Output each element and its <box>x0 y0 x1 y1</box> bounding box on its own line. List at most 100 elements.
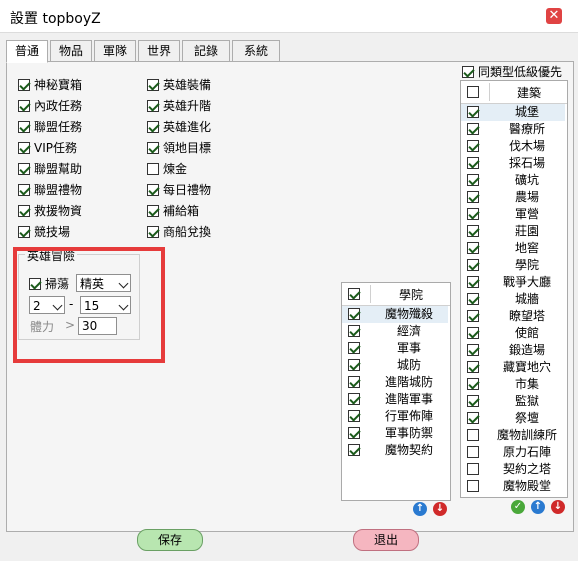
building-row[interactable]: 瞭望塔 <box>461 308 565 325</box>
tab-general[interactable]: 普通 <box>6 40 48 63</box>
row-checkbox[interactable] <box>467 446 479 458</box>
checkbox-box[interactable] <box>18 120 30 133</box>
academy-row[interactable]: 進階軍事 <box>342 391 448 408</box>
academy-row[interactable]: 經濟 <box>342 323 448 340</box>
building-row[interactable]: 農場 <box>461 189 565 206</box>
rescue-supplies-checkbox[interactable]: 救援物資 <box>18 202 82 218</box>
building-row[interactable]: 城牆 <box>461 291 565 308</box>
building-row[interactable]: 契約之塔 <box>461 461 565 478</box>
exit-button[interactable]: 退出 <box>353 529 419 551</box>
row-checkbox[interactable] <box>467 395 479 407</box>
move-down-icon[interactable]: ↓ <box>433 502 447 516</box>
building-row[interactable]: 學院 <box>461 257 565 274</box>
tab-world[interactable]: 世界 <box>138 40 180 62</box>
tab-items[interactable]: 物品 <box>50 40 92 62</box>
checkbox-box[interactable] <box>147 78 159 91</box>
building-row[interactable]: 軍營 <box>461 206 565 223</box>
building-row[interactable]: 鍛造場 <box>461 342 565 359</box>
checkbox-box[interactable] <box>147 120 159 133</box>
same-type-lower-first-checkbox[interactable]: 同類型低級優先 <box>462 63 562 79</box>
row-checkbox[interactable] <box>467 140 479 152</box>
row-checkbox[interactable] <box>348 359 360 371</box>
merchant-exchange-checkbox[interactable]: 商船兌換 <box>147 223 211 239</box>
row-checkbox[interactable] <box>467 429 479 441</box>
building-row[interactable]: 使館 <box>461 325 565 342</box>
row-checkbox[interactable] <box>348 376 360 388</box>
building-row[interactable]: 祭壇 <box>461 410 565 427</box>
row-checkbox[interactable] <box>467 242 479 254</box>
academy-row[interactable]: 行軍佈陣 <box>342 408 448 425</box>
domestic-task-checkbox[interactable]: 內政任務 <box>18 97 82 113</box>
row-checkbox[interactable] <box>467 276 479 288</box>
move-up-icon[interactable]: ↑ <box>531 500 545 514</box>
building-select-all-checkbox[interactable] <box>467 86 479 98</box>
tab-system[interactable]: 系統 <box>232 40 280 62</box>
checkbox-box[interactable] <box>147 225 159 238</box>
row-checkbox[interactable] <box>467 157 479 169</box>
checkbox-box[interactable] <box>18 183 30 196</box>
checkbox-box[interactable] <box>147 162 159 175</box>
arena-checkbox[interactable]: 競技場 <box>18 223 70 239</box>
save-button[interactable]: 保存 <box>137 529 203 551</box>
academy-select-all-checkbox[interactable] <box>348 288 360 300</box>
building-row[interactable]: 戰爭大廳 <box>461 274 565 291</box>
mystery-chest-checkbox[interactable]: 神秘寶箱 <box>18 76 82 92</box>
row-checkbox[interactable] <box>467 225 479 237</box>
check-all-icon[interactable]: ✓ <box>511 500 525 514</box>
checkbox-box[interactable] <box>18 225 30 238</box>
building-row[interactable]: 藏寶地穴 <box>461 359 565 376</box>
building-row[interactable]: 原力石陣 <box>461 444 565 461</box>
supply-box-checkbox[interactable]: 補給箱 <box>147 202 199 218</box>
tab-records[interactable]: 記錄 <box>182 40 230 62</box>
row-checkbox[interactable] <box>348 393 360 405</box>
tab-army[interactable]: 軍隊 <box>94 40 136 62</box>
row-checkbox[interactable] <box>467 174 479 186</box>
row-checkbox[interactable] <box>467 208 479 220</box>
row-checkbox[interactable] <box>467 259 479 271</box>
row-checkbox[interactable] <box>467 123 479 135</box>
row-checkbox[interactable] <box>467 191 479 203</box>
row-checkbox[interactable] <box>467 412 479 424</box>
building-row[interactable]: 市集 <box>461 376 565 393</box>
row-checkbox[interactable] <box>467 463 479 475</box>
row-checkbox[interactable] <box>467 106 479 118</box>
academy-row[interactable]: 城防 <box>342 357 448 374</box>
row-checkbox[interactable] <box>467 293 479 305</box>
row-checkbox[interactable] <box>467 344 479 356</box>
row-checkbox[interactable] <box>348 308 360 320</box>
academy-row[interactable]: 進階城防 <box>342 374 448 391</box>
row-checkbox[interactable] <box>348 342 360 354</box>
academy-row[interactable]: 軍事防禦 <box>342 425 448 442</box>
row-checkbox[interactable] <box>467 310 479 322</box>
move-down-icon[interactable]: ↓ <box>551 500 565 514</box>
checkbox-box[interactable] <box>18 141 30 154</box>
row-checkbox[interactable] <box>348 427 360 439</box>
building-row[interactable]: 莊園 <box>461 223 565 240</box>
checkbox-box[interactable] <box>147 141 159 154</box>
checkbox-box[interactable] <box>147 99 159 112</box>
building-row[interactable]: 採石場 <box>461 155 565 172</box>
hero-equipment-checkbox[interactable]: 英雄裝備 <box>147 76 211 92</box>
alchemy-checkbox[interactable]: 煉金 <box>147 160 187 176</box>
building-row[interactable]: 城堡 <box>461 104 565 121</box>
building-row[interactable]: 伐木場 <box>461 138 565 155</box>
alliance-help-checkbox[interactable]: 聯盟幫助 <box>18 160 82 176</box>
checkbox-box[interactable] <box>147 183 159 196</box>
academy-row[interactable]: 軍事 <box>342 340 448 357</box>
building-row[interactable]: 醫療所 <box>461 121 565 138</box>
building-row[interactable]: 地窖 <box>461 240 565 257</box>
row-checkbox[interactable] <box>348 444 360 456</box>
checkbox-box[interactable] <box>18 162 30 175</box>
building-row[interactable]: 魔物殿堂 <box>461 478 565 495</box>
hero-evolve-checkbox[interactable]: 英雄進化 <box>147 118 211 134</box>
checkbox-box[interactable] <box>462 65 474 78</box>
row-checkbox[interactable] <box>467 361 479 373</box>
row-checkbox[interactable] <box>348 325 360 337</box>
row-checkbox[interactable] <box>467 327 479 339</box>
row-checkbox[interactable] <box>467 378 479 390</box>
academy-row[interactable]: 魔物契約 <box>342 442 448 459</box>
alliance-task-checkbox[interactable]: 聯盟任務 <box>18 118 82 134</box>
checkbox-box[interactable] <box>18 99 30 112</box>
building-row[interactable]: 魔物訓練所 <box>461 427 565 444</box>
row-checkbox[interactable] <box>467 480 479 492</box>
